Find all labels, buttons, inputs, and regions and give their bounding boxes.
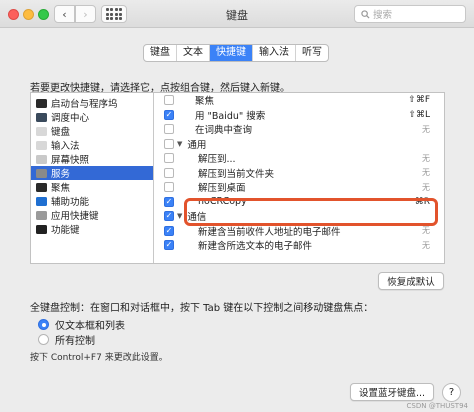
mission-control-icon [36,112,47,122]
shortcut-label: 聚焦 [195,96,215,108]
category-label: 启动台与程序坞 [51,99,118,110]
tab-input-sources[interactable]: 输入法 [253,45,296,61]
shortcut-keys[interactable]: 无 [422,167,430,178]
category-item[interactable]: 应用快捷键 [31,208,153,222]
category-label: 辅助功能 [51,197,90,208]
search-icon [361,9,370,19]
category-label: 键盘 [51,127,71,138]
shortcut-keys[interactable]: ⇧⌘L [408,110,430,120]
tab-shortcuts[interactable]: 快捷键 [210,45,253,61]
shortcut-row[interactable]: 在词典中查询 无 [155,122,444,137]
accessibility-icon [36,196,47,206]
shortcut-checkbox[interactable]: ✓ [164,109,174,120]
shortcut-keys[interactable]: ⇧⌘F [408,95,430,105]
category-label: 屏幕快照 [51,155,90,166]
shortcut-keys[interactable]: 无 [422,124,430,135]
category-item[interactable]: 服务 [31,166,153,180]
disclosure-triangle-icon[interactable]: ▼ [177,212,182,220]
app-shortcut-icon [36,210,47,220]
title-bar: ‹ › 键盘 搜索 [0,0,474,28]
shortcut-checkbox[interactable]: ✓ [164,240,174,251]
hint-text: 按下 Control+F7 来更改此设置。 [30,353,168,363]
radio-all-controls[interactable]: 所有控制 [38,332,95,347]
fn-key-icon [36,224,47,234]
shortcut-checkbox[interactable] [164,95,174,106]
tab-keyboard[interactable]: 键盘 [144,45,177,61]
spotlight-icon [36,182,47,192]
shortcut-row[interactable]: ✓ 用 "Baidu" 搜索 ⇧⌘L [155,108,444,123]
launchpad-icon [36,98,47,108]
gear-icon [36,168,47,178]
search-placeholder: 搜索 [373,10,393,21]
disclosure-triangle-icon[interactable]: ▼ [177,140,182,148]
highlight-box [184,198,438,226]
shortcut-label: 解压到当前文件夹 [198,168,275,180]
shortcut-checkbox[interactable] [164,138,174,149]
keyboard-icon [36,126,47,136]
shortcut-checkbox[interactable] [164,124,174,135]
tab-dictation[interactable]: 听写 [296,45,328,61]
shortcut-checkbox[interactable]: ✓ [164,225,174,236]
shortcut-row[interactable]: ✓ 新建含所选文本的电子邮件 无 [155,238,444,253]
shortcut-list: 聚焦 ⇧⌘F ✓ 用 "Baidu" 搜索 ⇧⌘L 在词典中查询无 ▼ 通用 解压到... 无解压… [155,93,444,263]
shortcut-keys[interactable]: 无 [422,182,430,193]
shortcut-checkbox[interactable] [164,167,174,178]
shortcut-checkbox[interactable]: ✓ [164,196,174,207]
shortcut-row[interactable]: 聚焦 ⇧⌘F [155,93,444,108]
shortcut-checkbox[interactable] [164,153,174,164]
shortcut-label: 解压到桌面 [198,183,246,195]
category-label: 应用快捷键 [51,211,99,222]
shortcut-checkbox[interactable]: ✓ [164,211,174,222]
shortcut-row[interactable]: ▼ 通用 [155,137,444,152]
tab-text[interactable]: 文本 [177,45,210,61]
radio-label: 所有控制 [55,336,95,347]
category-label: 调度中心 [51,113,90,124]
screenshot-icon [36,154,47,164]
radio-button[interactable] [38,319,49,330]
category-item[interactable]: 功能键 [31,222,153,236]
shortcut-keys[interactable]: 无 [422,153,430,164]
shortcut-label: 新建含所选文本的电子邮件 [198,241,313,253]
search-input[interactable]: 搜索 [354,5,466,23]
radio-button[interactable] [38,334,49,345]
category-item[interactable]: 辅助功能 [31,194,153,208]
category-item[interactable]: 屏幕快照 [31,152,153,166]
shortcut-row[interactable]: 解压到当前文件夹 无 [155,166,444,181]
watermark: CSDN @THUST94 [406,402,468,410]
restore-defaults-button[interactable]: 恢复成默认 [378,272,444,290]
shortcut-label: 用 "Baidu" 搜索 [195,110,266,122]
shortcut-row[interactable]: 解压到... 无 [155,151,444,166]
shortcut-row[interactable]: 解压到桌面 无 [155,180,444,195]
shortcut-label: 在词典中查询 [195,125,253,137]
full-keyboard-label: 全键盘控制：在窗口和对话框中，按下 Tab 键在以下控制之间移动键盘焦点： [30,303,374,314]
shortcut-checkbox[interactable] [164,182,174,193]
shortcut-keys[interactable]: 无 [422,240,430,251]
category-label: 功能键 [51,225,80,236]
tab-bar: 键盘 文本 快捷键 输入法 听写 [143,44,329,62]
radio-label: 仅文本框和列表 [55,321,125,332]
radio-text-boxes[interactable]: 仅文本框和列表 [38,317,125,332]
shortcuts-panel: 启动台与程序坞 调度中心 键盘 输入法 屏幕快照 服务 聚焦 辅助功能 应用快捷键 功能键 聚焦 ⇧… [30,92,445,264]
category-item[interactable]: 键盘 [31,124,153,138]
category-item[interactable]: 启动台与程序坞 [31,96,153,110]
category-label: 聚焦 [51,183,71,194]
category-item[interactable]: 聚焦 [31,180,153,194]
shortcut-label: 解压到... [198,154,236,166]
category-list: 启动台与程序坞 调度中心键盘输入法屏幕快照服务聚焦辅助功能应用快捷键功能键 [31,93,154,263]
category-item[interactable]: 调度中心 [31,110,153,124]
shortcut-keys[interactable]: 无 [422,225,430,236]
category-label: 输入法 [51,141,80,152]
help-button[interactable]: ? [442,383,461,402]
shortcut-label: 通用 [187,139,207,151]
category-item[interactable]: 输入法 [31,138,153,152]
setup-bluetooth-keyboard-button[interactable]: 设置蓝牙键盘... [350,383,434,401]
input-source-icon [36,140,47,150]
category-label: 服务 [51,169,71,180]
